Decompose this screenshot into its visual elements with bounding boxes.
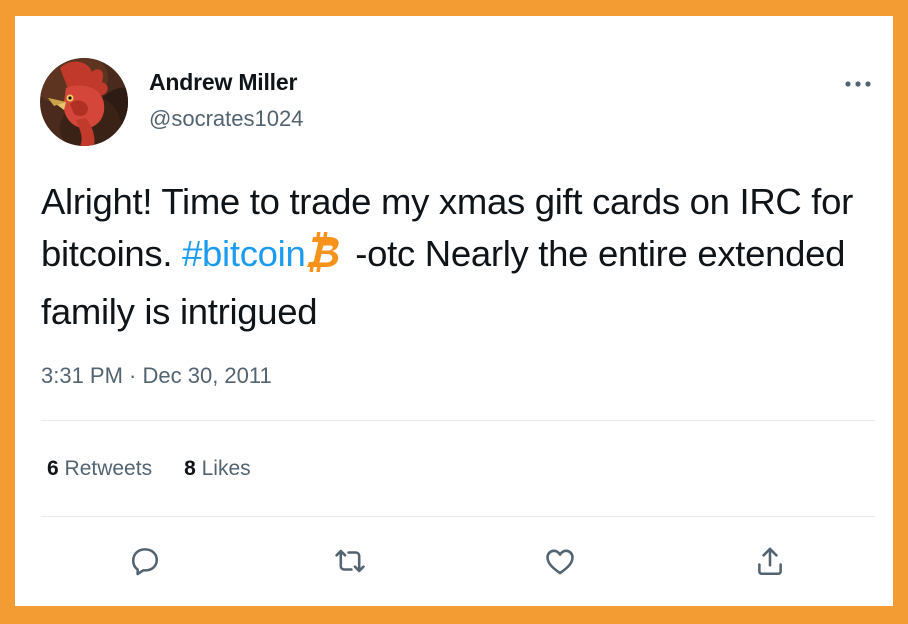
divider: [41, 516, 875, 517]
retweets-count: 6: [47, 457, 59, 480]
like-icon[interactable]: [543, 544, 577, 578]
more-options-icon[interactable]: [841, 72, 875, 96]
avatar[interactable]: [40, 58, 128, 146]
retweets-label: Retweets: [64, 457, 153, 480]
share-icon[interactable]: [753, 544, 787, 578]
user-handle[interactable]: @socrates1024: [149, 106, 303, 132]
tweet-timestamp[interactable]: 3:31 PM · Dec 30, 2011: [41, 363, 272, 389]
likes-label: Likes: [201, 457, 251, 480]
rooster-avatar-icon: [40, 58, 128, 146]
divider: [41, 420, 875, 421]
reply-icon[interactable]: [128, 544, 162, 578]
bitcoin-logo-icon: [307, 232, 343, 286]
likes-stat[interactable]: 8 Likes: [184, 457, 251, 480]
retweet-icon[interactable]: [333, 544, 367, 578]
tweet-stats: 6 Retweets 8 Likes: [47, 457, 283, 481]
likes-count: 8: [184, 457, 196, 480]
hashtag-link[interactable]: #bitcoin: [182, 233, 306, 274]
tweet-text: Alright! Time to trade my xmas gift card…: [41, 176, 871, 338]
tweet-card: Andrew Miller @socrates1024 Alright! Tim…: [15, 16, 893, 606]
retweets-stat[interactable]: 6 Retweets: [47, 457, 152, 480]
display-name[interactable]: Andrew Miller: [149, 69, 297, 96]
